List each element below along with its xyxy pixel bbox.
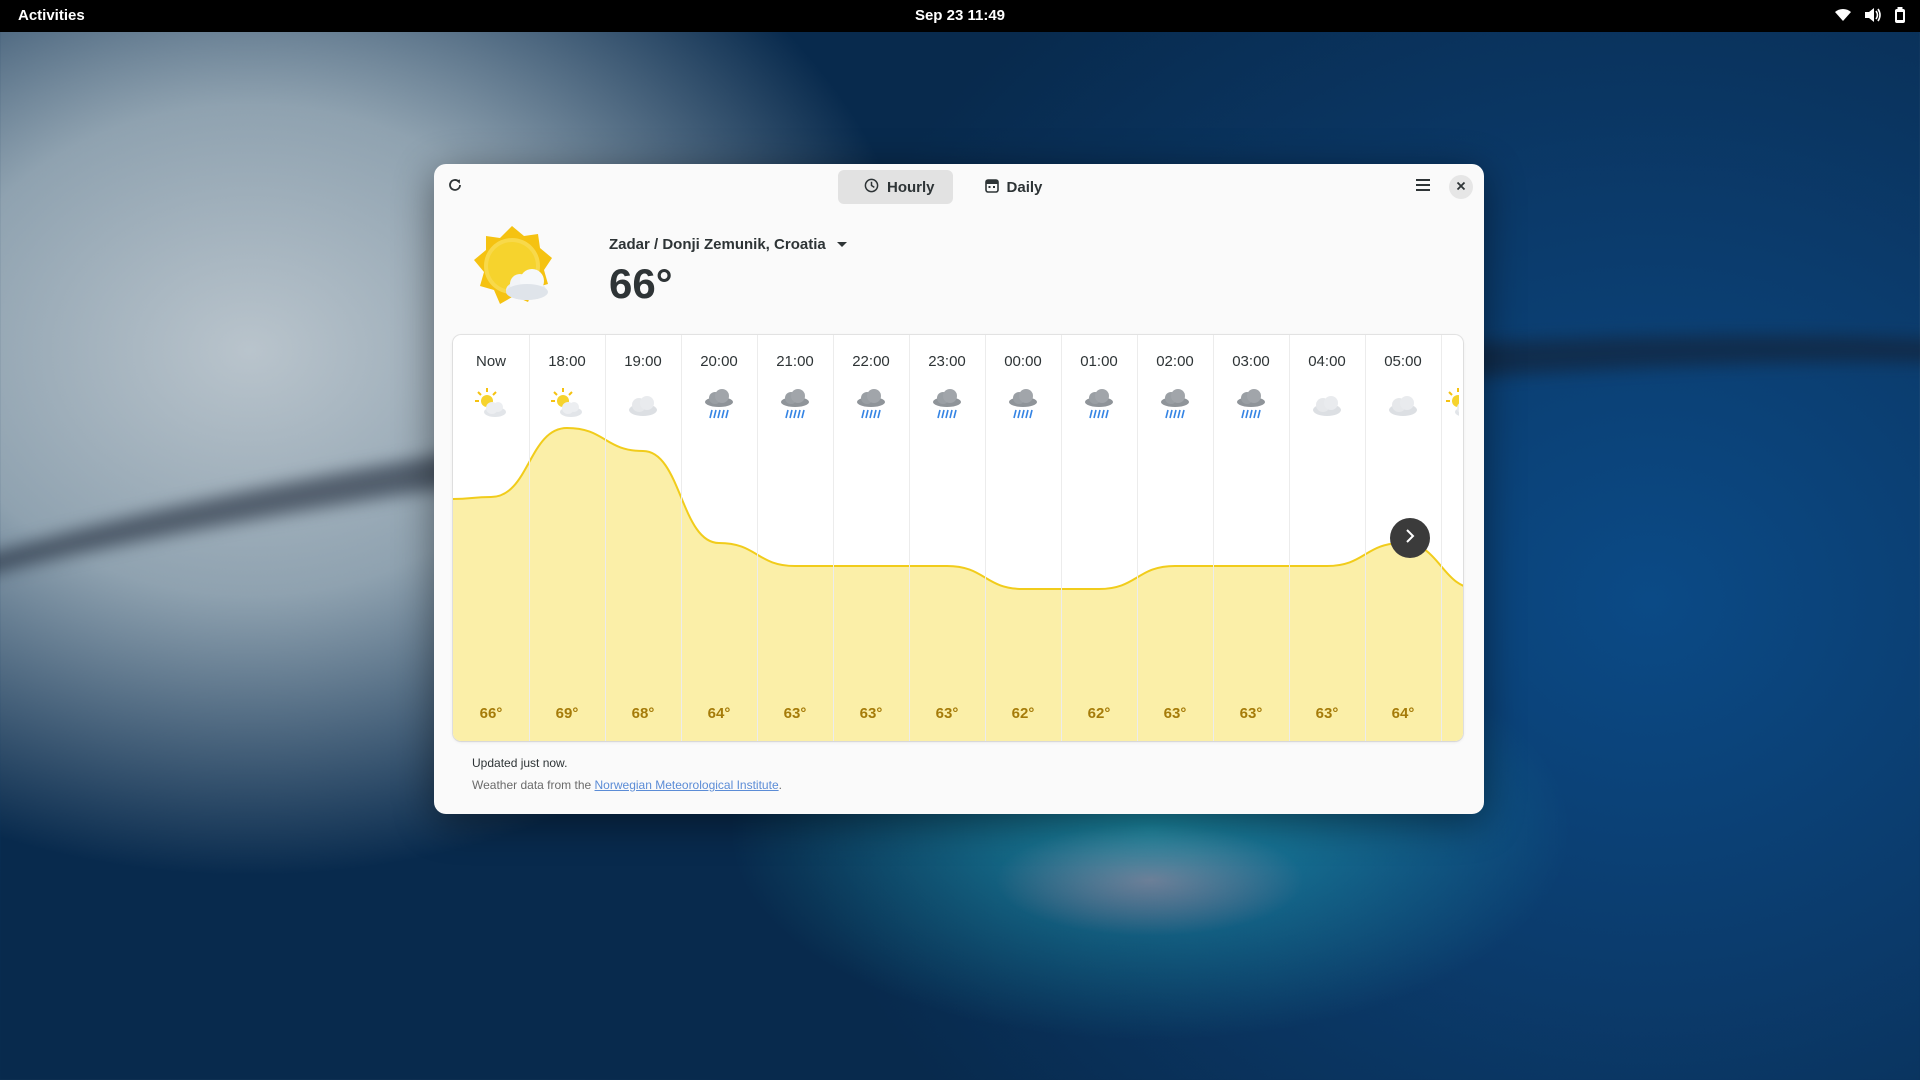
hour-label: 04:00 [1308, 353, 1346, 370]
hourly-column: 04:00 63° [1289, 335, 1366, 741]
location-label: Zadar / Donji Zemunik, Croatia [609, 236, 826, 253]
main-menu-button[interactable] [1406, 170, 1440, 204]
hour-label: 21:00 [776, 353, 814, 370]
source-link[interactable]: Norwegian Meteorological Institute [595, 778, 779, 792]
close-icon [1456, 178, 1466, 196]
top-bar: Activities Sep 23 11:49 [0, 0, 1920, 32]
tab-daily-label: Daily [1006, 178, 1043, 196]
battery-icon[interactable] [1894, 7, 1906, 23]
hour-temperature: 66° [479, 705, 503, 722]
chevron-right-icon [1404, 528, 1416, 548]
refresh-button[interactable] [438, 170, 472, 204]
rain-icon [930, 387, 964, 421]
hour-temperature: 63° [783, 705, 807, 722]
hour-label: 20:00 [700, 353, 738, 370]
tab-hourly[interactable]: Hourly [838, 170, 953, 204]
system-tray[interactable] [1834, 7, 1906, 23]
hourly-column: 03:00 63° [1213, 335, 1290, 741]
hour-label: 19:00 [624, 353, 662, 370]
location-selector[interactable]: Zadar / Donji Zemunik, Croatia [609, 236, 848, 253]
partly-sunny-icon [550, 387, 584, 421]
close-button[interactable] [1449, 175, 1473, 199]
rain-icon [1158, 387, 1192, 421]
hour-temperature: 64° [1391, 705, 1415, 722]
calendar-icon [984, 178, 999, 197]
clock[interactable]: Sep 23 11:49 [0, 7, 1920, 24]
hour-temperature: 62° [1087, 705, 1111, 722]
sun-behind-cloud-icon [472, 226, 552, 306]
hourly-column: 02:00 63° [1137, 335, 1214, 741]
hour-label: 00:00 [1004, 353, 1042, 370]
header-bar: Hourly Daily [434, 164, 1484, 210]
hourly-column: 18:00 69° [529, 335, 606, 741]
hourly-column: 19:00 68° [605, 335, 682, 741]
hour-temperature: 63° [1239, 705, 1263, 722]
hourly-column: 0 [1441, 335, 1463, 741]
hourly-column: 22:00 63° [833, 335, 910, 741]
rain-icon [854, 387, 888, 421]
partly-sunny-icon [1445, 387, 1459, 421]
hourly-column: 01:00 62° [1061, 335, 1138, 741]
cloudy-icon [626, 387, 660, 421]
hour-temperature: 62° [1011, 705, 1035, 722]
hour-label: Now [475, 353, 506, 370]
hourly-column: 20:00 64° [681, 335, 758, 741]
wifi-icon[interactable] [1834, 7, 1852, 23]
current-temperature: 66° [609, 260, 673, 307]
updated-label: Updated just now. [472, 756, 568, 770]
hour-label: 02:00 [1156, 353, 1194, 370]
rain-icon [1234, 387, 1268, 421]
weather-window: Hourly Daily Zadar / Donji Zemunik, Croa… [434, 164, 1484, 814]
hour-label: 01:00 [1080, 353, 1118, 370]
scroll-next-button[interactable] [1390, 518, 1430, 558]
hour-label: 0 [1441, 353, 1463, 370]
activities-button[interactable]: Activities [18, 7, 85, 24]
rain-icon [1082, 387, 1116, 421]
hour-temperature: 64° [707, 705, 731, 722]
refresh-icon [447, 177, 463, 198]
chevron-down-icon [836, 236, 848, 253]
footer: Updated just now. Weather data from the … [472, 756, 782, 792]
source-attribution: Weather data from the Norwegian Meteorol… [472, 778, 782, 792]
volume-icon[interactable] [1864, 7, 1882, 23]
cloudy-icon [1386, 387, 1420, 421]
hour-temperature: 68° [631, 705, 655, 722]
hour-temperature: 63° [1315, 705, 1339, 722]
partly-sunny-icon [474, 387, 508, 421]
tab-daily[interactable]: Daily [959, 170, 1061, 204]
clock-icon [864, 178, 879, 197]
hour-label: 05:00 [1384, 353, 1422, 370]
hour-label: 22:00 [852, 353, 890, 370]
rain-icon [1006, 387, 1040, 421]
rain-icon [778, 387, 812, 421]
hourly-forecast[interactable]: Now 66° 18:00 69° 19:00 68° 20:00 64° 21:00 63° 22… [453, 335, 1463, 741]
hour-label: 23:00 [928, 353, 966, 370]
hourly-column: 00:00 62° [985, 335, 1062, 741]
rain-icon [702, 387, 736, 421]
hour-temperature: 63° [1163, 705, 1187, 722]
cloudy-icon [1310, 387, 1344, 421]
hour-label: 18:00 [548, 353, 586, 370]
hour-temperature: 63° [859, 705, 883, 722]
source-prefix: Weather data from the [472, 778, 595, 792]
hourly-column: Now 66° [453, 335, 530, 741]
hour-temperature: 69° [555, 705, 579, 722]
tab-hourly-label: Hourly [887, 178, 935, 196]
hour-temperature: 63° [935, 705, 959, 722]
hourly-column: 23:00 63° [909, 335, 986, 741]
current-conditions: Zadar / Donji Zemunik, Croatia 66° [472, 226, 1072, 336]
view-switcher: Hourly Daily [838, 170, 1060, 204]
hour-label: 03:00 [1232, 353, 1270, 370]
hamburger-menu-icon [1415, 178, 1431, 197]
source-suffix: . [778, 778, 782, 792]
hourly-column: 21:00 63° [757, 335, 834, 741]
